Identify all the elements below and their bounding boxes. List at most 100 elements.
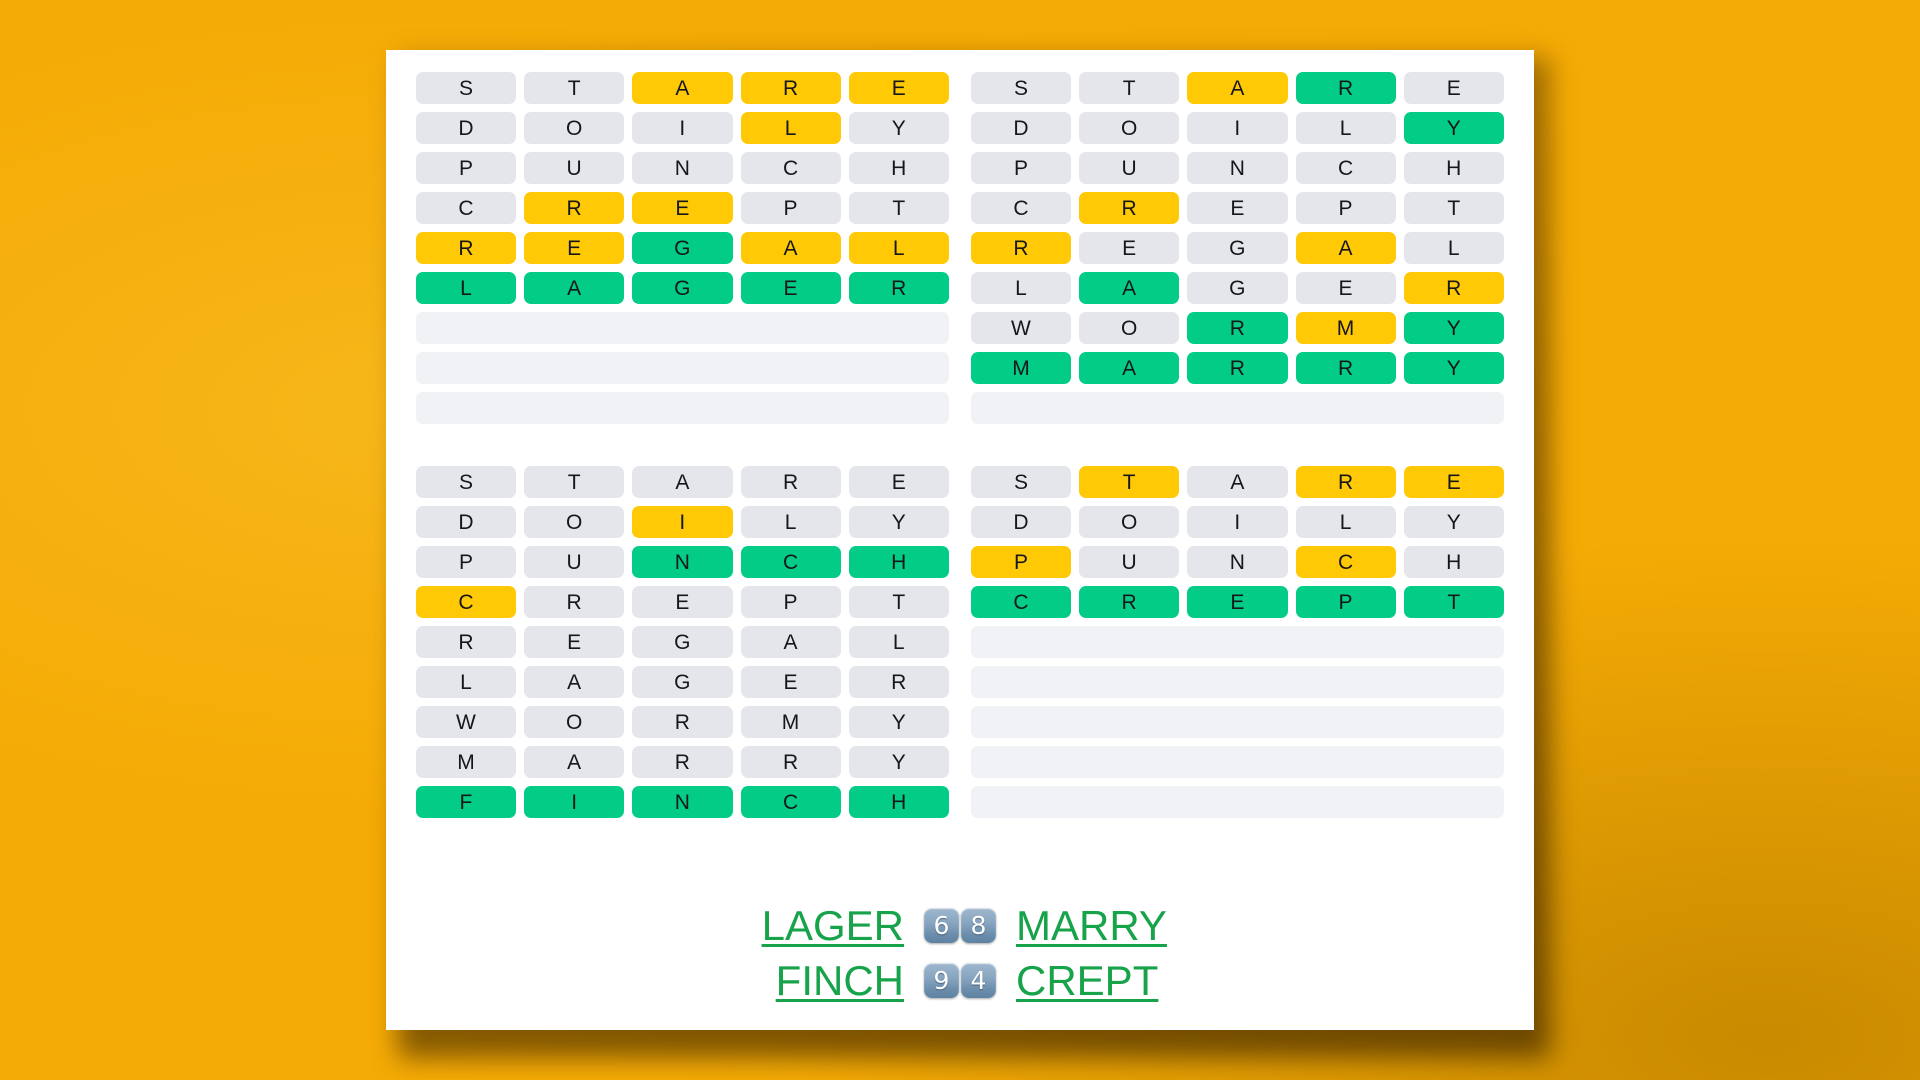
letter-tile-gray: E	[1187, 192, 1288, 224]
guess-row: PUNCH	[971, 546, 1504, 578]
guess-row-empty	[416, 352, 949, 384]
letter-tile-gray: A	[524, 666, 625, 698]
guess-row-empty	[971, 392, 1504, 424]
letter-tile-gray: N	[1187, 546, 1288, 578]
letter-tile-gray: D	[416, 506, 517, 538]
letter-tile-green: R	[1187, 312, 1288, 344]
letter-tile-gray: Y	[848, 706, 949, 738]
letter-tile-gray: Y	[848, 506, 949, 538]
letter-tile-gray: R	[632, 746, 733, 778]
letter-tile-gray: Y	[1403, 506, 1504, 538]
letter-tile-gray: C	[1295, 152, 1396, 184]
letter-tile-yellow: R	[1295, 466, 1396, 498]
letter-tile-green: M	[971, 352, 1072, 384]
guess-row: PUNCH	[416, 546, 949, 578]
letter-tile-gray: Y	[848, 746, 949, 778]
guess-row: PUNCH	[416, 152, 949, 184]
letter-tile-green: R	[1295, 72, 1396, 104]
guess-row: REGAL	[416, 232, 949, 264]
letter-tile-gray: L	[740, 506, 841, 538]
letter-tile-gray: O	[524, 506, 625, 538]
letter-tile-green: I	[524, 786, 625, 818]
letter-tile-gray: A	[524, 746, 625, 778]
answer-line: LAGER 6 8 MARRY	[700, 902, 1220, 949]
answer-word-link[interactable]: LAGER	[700, 902, 904, 949]
letter-tile-gray: P	[971, 152, 1072, 184]
quordle-grids-container: STAREDOILYPUNCHCREPTREGALLAGERSTAREDOILY…	[386, 50, 1534, 818]
letter-tile-gray: L	[1295, 506, 1396, 538]
letter-tile-yellow: A	[740, 232, 841, 264]
letter-tile-gray: S	[971, 72, 1072, 104]
letter-tile-gray: O	[1079, 112, 1180, 144]
answer-word-link[interactable]: CREPT	[1016, 957, 1220, 1004]
letter-tile-yellow: C	[416, 586, 517, 618]
letter-tile-green: N	[632, 546, 733, 578]
letter-tile-gray: E	[524, 626, 625, 658]
answer-word-link[interactable]: FINCH	[700, 957, 904, 1004]
score-box: 4	[961, 962, 996, 998]
letter-tile-gray: L	[416, 666, 517, 698]
guess-row: CREPT	[416, 586, 949, 618]
letter-tile-gray: S	[416, 72, 517, 104]
guess-row: STARE	[971, 466, 1504, 498]
letter-tile-gray: D	[416, 112, 517, 144]
letter-tile-gray: L	[848, 626, 949, 658]
answer-word-link[interactable]: MARRY	[1016, 902, 1220, 949]
guess-row-empty	[416, 312, 949, 344]
letter-tile-green: E	[740, 272, 841, 304]
letter-tile-gray: R	[632, 706, 733, 738]
letter-tile-gray: U	[524, 546, 625, 578]
letter-tile-green: H	[848, 546, 949, 578]
letter-tile-yellow: R	[971, 232, 1072, 264]
letter-tile-gray: I	[632, 112, 733, 144]
guess-row-empty	[971, 706, 1504, 738]
letter-tile-gray: R	[740, 746, 841, 778]
letter-tile-yellow: R	[524, 192, 625, 224]
letter-tile-yellow: E	[524, 232, 625, 264]
letter-tile-yellow: A	[632, 72, 733, 104]
score-box: 8	[961, 907, 996, 943]
letter-tile-gray: T	[1403, 192, 1504, 224]
guess-row-empty	[971, 666, 1504, 698]
quordle-grid-3: STAREDOILYPUNCHCREPTREGALLAGERWORMYMARRY…	[416, 466, 949, 818]
guess-row: REGAL	[971, 232, 1504, 264]
guess-row: STARE	[416, 466, 949, 498]
letter-tile-yellow: R	[1079, 192, 1180, 224]
letter-tile-gray: C	[971, 192, 1072, 224]
letter-tile-green: R	[1079, 586, 1180, 618]
guess-row: MARRY	[416, 746, 949, 778]
letter-tile-green: E	[1187, 586, 1288, 618]
letter-tile-gray: R	[848, 666, 949, 698]
guess-row: DOILY	[971, 112, 1504, 144]
guess-row: FINCH	[416, 786, 949, 818]
letter-tile-yellow: L	[848, 232, 949, 264]
letter-tile-gray: E	[1079, 232, 1180, 264]
letter-tile-gray: Y	[848, 112, 949, 144]
letter-tile-gray: G	[1187, 272, 1288, 304]
guess-row: DOILY	[971, 506, 1504, 538]
letter-tile-gray: P	[416, 152, 517, 184]
letter-tile-gray: R	[416, 626, 517, 658]
letter-tile-gray: L	[1403, 232, 1504, 264]
letter-tile-gray: O	[524, 112, 625, 144]
guess-row-empty	[971, 746, 1504, 778]
guess-row: CREPT	[971, 586, 1504, 618]
answer-line: FINCH 9 4 CREPT	[700, 957, 1220, 1004]
guess-row: CREPT	[416, 192, 949, 224]
letter-tile-yellow: A	[1187, 72, 1288, 104]
letter-tile-yellow: P	[971, 546, 1072, 578]
letter-tile-gray: U	[524, 152, 625, 184]
letter-tile-green: T	[1403, 586, 1504, 618]
letter-tile-green: Y	[1403, 312, 1504, 344]
letter-tile-yellow: M	[1295, 312, 1396, 344]
letter-tile-gray: S	[416, 466, 517, 498]
letter-tile-gray: U	[1079, 152, 1180, 184]
letter-tile-gray: R	[524, 586, 625, 618]
letter-tile-gray: E	[1295, 272, 1396, 304]
guess-row-empty	[416, 392, 949, 424]
letter-tile-gray: T	[848, 192, 949, 224]
letter-tile-green: G	[632, 272, 733, 304]
letter-tile-green: Y	[1403, 112, 1504, 144]
letter-tile-gray: E	[1403, 72, 1504, 104]
letter-tile-green: C	[740, 546, 841, 578]
